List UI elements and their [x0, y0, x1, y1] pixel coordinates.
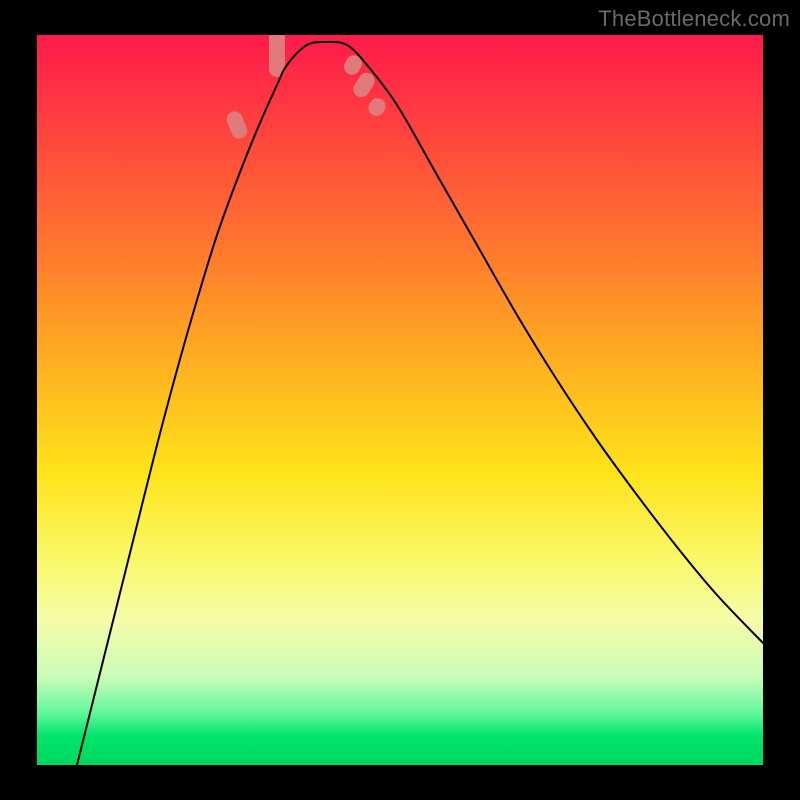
watermark-text: TheBottleneck.com — [598, 6, 790, 32]
bottleneck-curve — [77, 42, 763, 765]
highlight-markers — [224, 35, 388, 141]
curve-svg — [37, 35, 763, 765]
highlight-marker — [365, 95, 388, 119]
highlight-marker — [224, 109, 249, 141]
plot-area — [37, 35, 763, 765]
chart-frame: TheBottleneck.com — [0, 0, 800, 800]
highlight-marker — [341, 52, 365, 77]
